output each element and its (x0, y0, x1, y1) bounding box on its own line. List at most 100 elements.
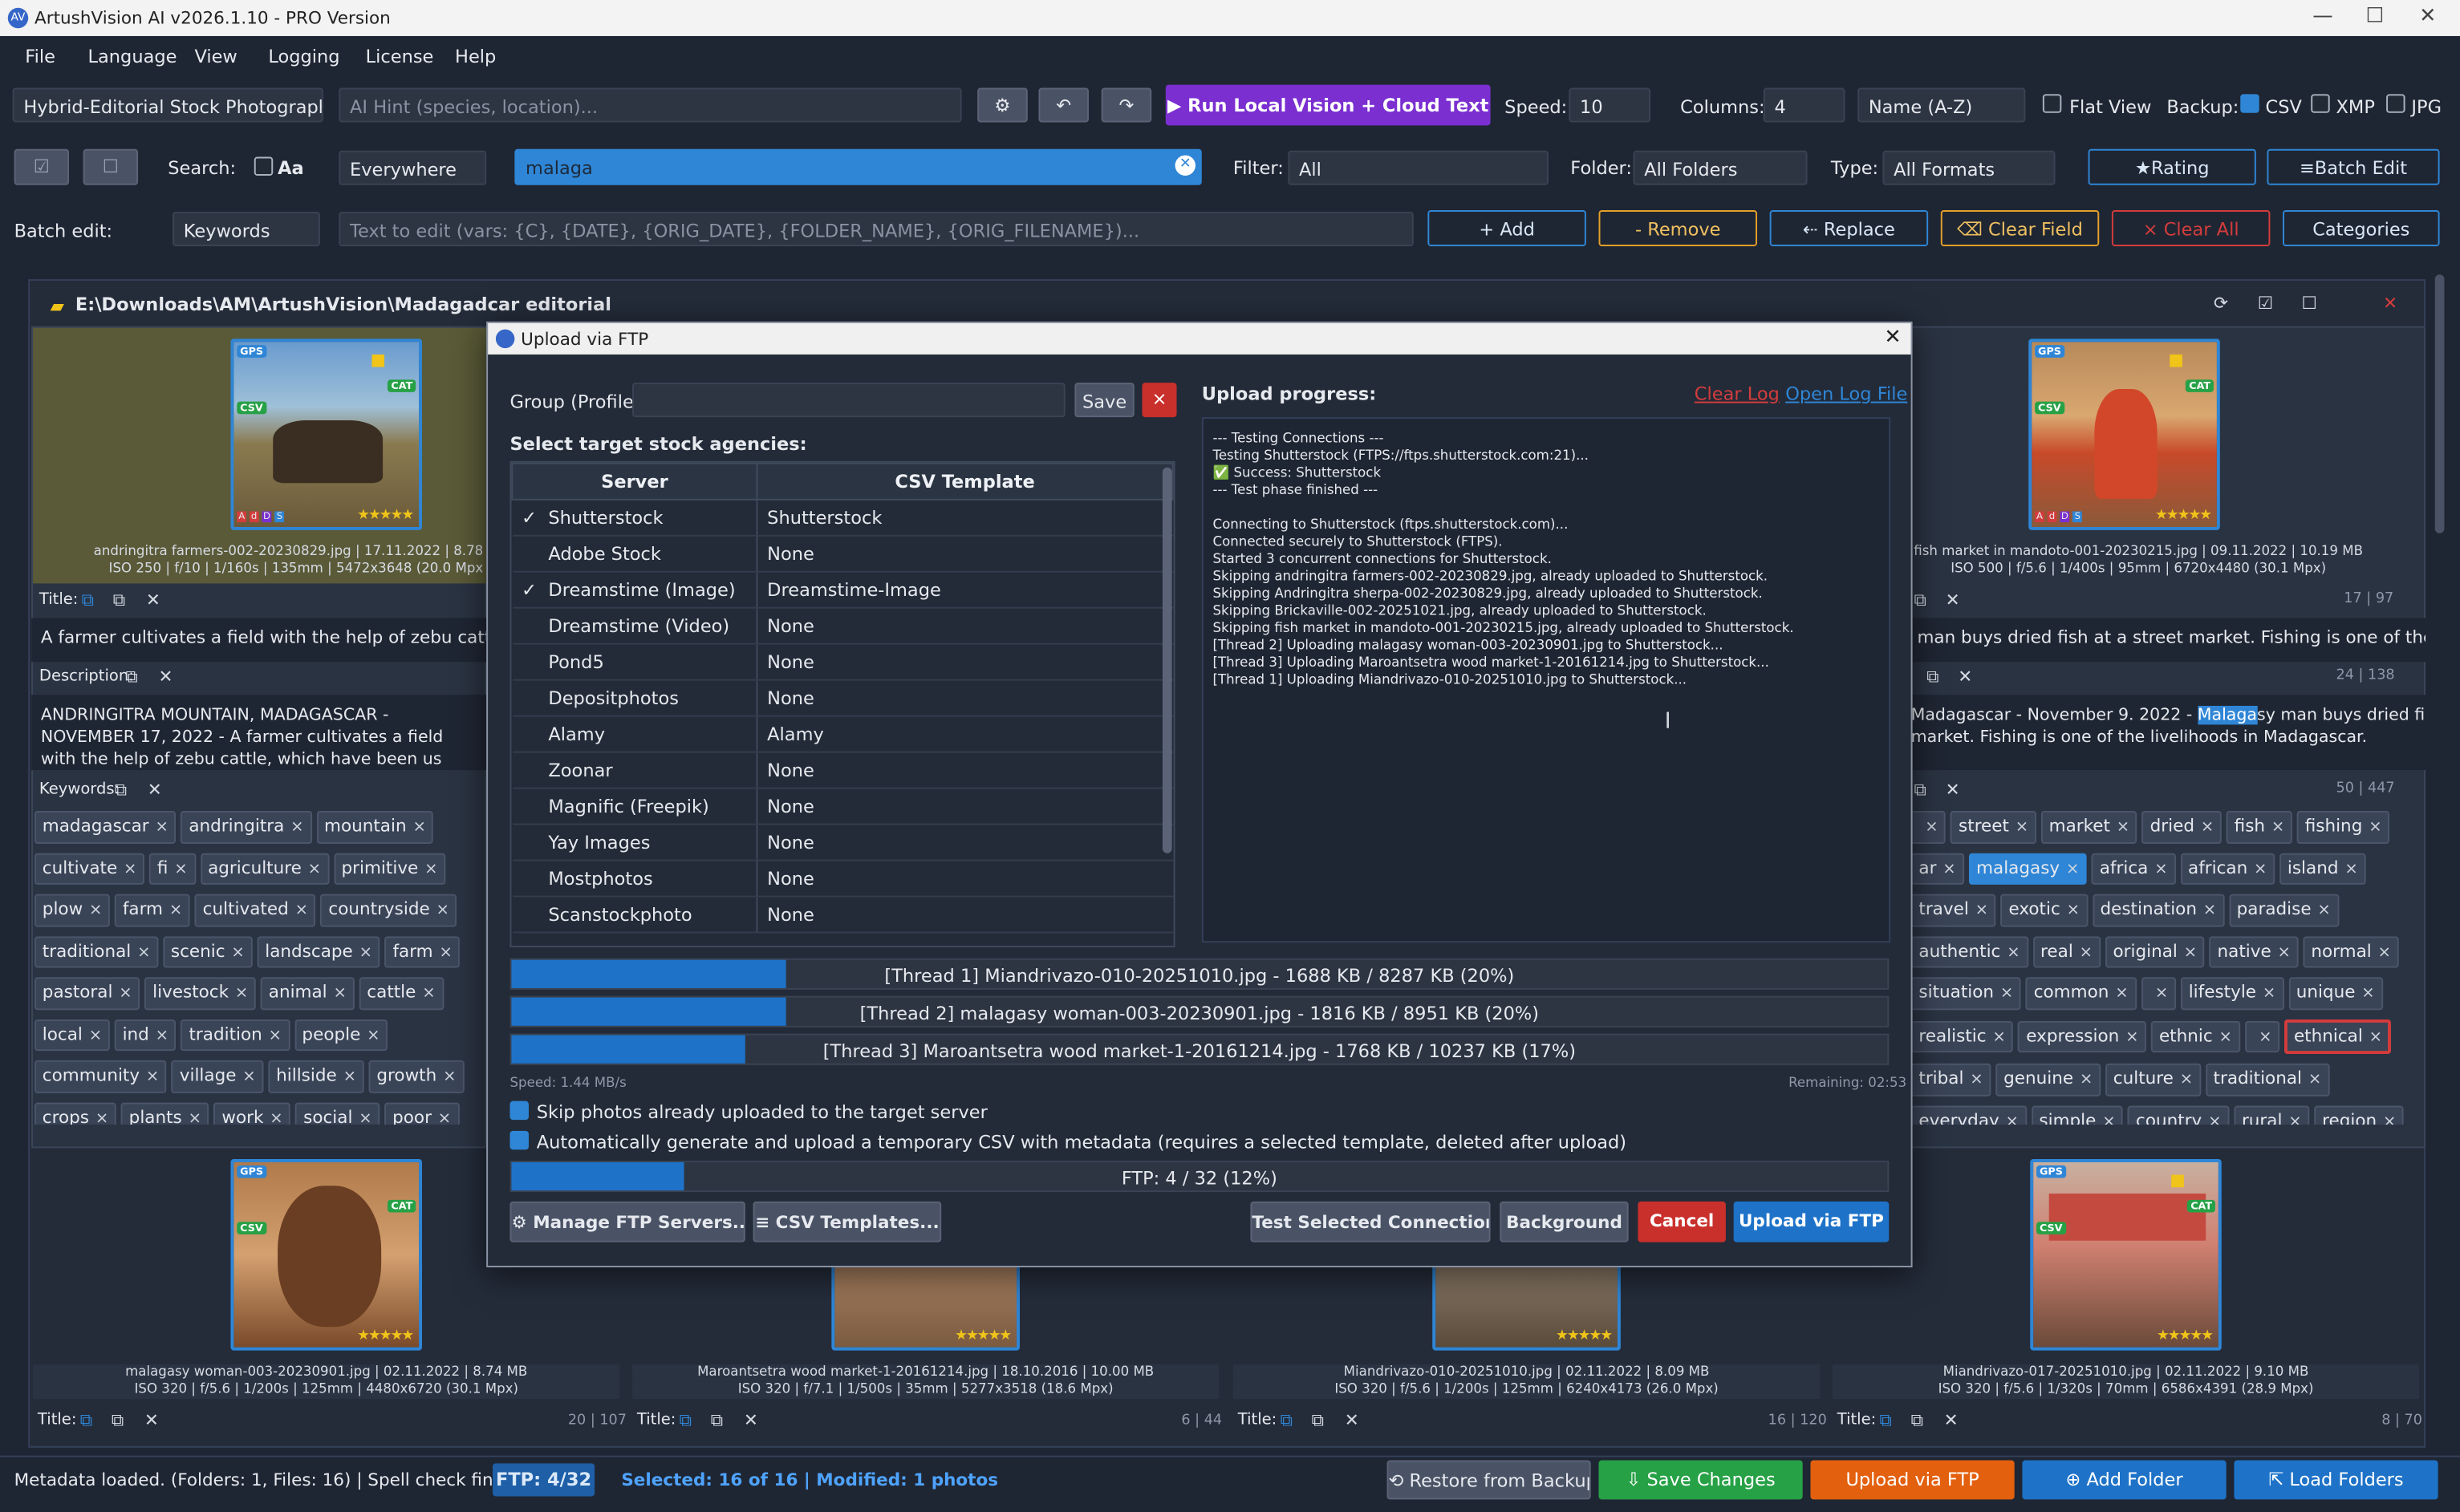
remove-keyword-icon[interactable]: × (1975, 902, 1988, 919)
remove-keyword-icon[interactable]: × (412, 819, 425, 837)
remove-keyword-icon[interactable]: × (2263, 985, 2275, 1003)
keyword-chip[interactable]: traditional × (35, 935, 159, 968)
remove-keyword-icon[interactable]: × (2180, 1072, 2193, 1089)
photo-thumbnail-andringitra[interactable]: GPS CSV CAT A d D S ★★★★★ (230, 338, 422, 530)
add-folder-button[interactable]: ⊕ Add Folder (2022, 1460, 2227, 1500)
menu-license[interactable]: License (366, 46, 434, 67)
remove-keyword-icon[interactable]: × (2080, 1072, 2093, 1089)
keyword-chip[interactable]: village × (171, 1060, 264, 1092)
close-window-icon[interactable]: ✕ (2419, 5, 2436, 28)
auto-csv-checkbox[interactable] (509, 1130, 529, 1150)
speed-input[interactable]: 10 (1569, 87, 1651, 123)
csv-templates-button[interactable]: ≡ CSV Templates... (753, 1201, 942, 1242)
remove-keyword-icon[interactable]: × (2115, 985, 2128, 1003)
agency-template[interactable]: Shutterstock (757, 499, 1173, 537)
paste-icon[interactable]: ⧉ (1914, 590, 1926, 611)
remove-keyword-icon[interactable]: × (359, 943, 372, 961)
copy-keywords-icon[interactable]: ⧉ (1914, 780, 1926, 801)
remove-keyword-icon[interactable]: × (333, 985, 346, 1003)
keyword-chip[interactable]: paradise × (2228, 894, 2339, 926)
photo-thumbnail-fish-market[interactable]: GPS CSV CAT A d D S ★★★★★ (2028, 338, 2220, 530)
remove-keyword-icon[interactable]: × (119, 985, 132, 1003)
keyword-chip[interactable]: genuine × (1995, 1063, 2101, 1096)
keyword-chip[interactable]: animal × (260, 977, 355, 1010)
remove-keyword-icon[interactable]: × (231, 943, 244, 961)
agency-check-icon[interactable]: ✓ (522, 579, 540, 601)
remove-keyword-icon[interactable]: × (169, 902, 182, 919)
copy-icon[interactable]: ⧉ (80, 1410, 92, 1432)
backup-xmp-checkbox[interactable] (2311, 94, 2330, 113)
keyword-chip[interactable]: authentic × (1910, 935, 2028, 968)
agency-row[interactable]: Magnific (Freepik) None (512, 788, 1173, 825)
paste-icon[interactable]: ⧉ (112, 1410, 124, 1432)
agency-row[interactable]: Pond5 None (512, 643, 1173, 681)
save-changes-button[interactable]: ⇩ Save Changes (1598, 1460, 1803, 1500)
keyword-chip[interactable]: africa × (2092, 852, 2176, 885)
search-scope-select[interactable]: Everywhere (339, 150, 487, 185)
keyword-chip[interactable]: realistic × (1910, 1019, 2014, 1053)
keyword-chip[interactable]: lifestyle × (2180, 977, 2284, 1010)
remove-keyword-icon[interactable]: × (2125, 1028, 2138, 1046)
keyword-chip[interactable]: livestock × (144, 977, 257, 1010)
paste-icon[interactable]: ⧉ (711, 1410, 723, 1432)
remove-keyword-icon[interactable]: × (2007, 943, 2020, 961)
keyword-chip[interactable]: original × (2105, 935, 2205, 968)
keyword-chip[interactable]: growth × (368, 1060, 465, 1092)
keyword-chip[interactable]: region × (2314, 1105, 2405, 1125)
photo-thumbnail-wood-market[interactable]: ★★★★★ (831, 1263, 1020, 1351)
deselect-icon[interactable]: ☐ (83, 148, 139, 185)
remove-keyword-icon[interactable]: × (156, 1027, 168, 1044)
remove-keyword-icon[interactable]: × (2383, 1113, 2396, 1125)
agency-row[interactable]: Yay Images None (512, 824, 1173, 861)
rating-button[interactable]: ★Rating (2088, 148, 2256, 185)
upload-via-ftp-button[interactable]: Upload via FTP (1810, 1460, 2015, 1500)
remove-keyword-icon[interactable]: × (2203, 902, 2216, 919)
batch-clear-field-button[interactable]: ⌫ Clear Field (1940, 210, 2100, 246)
keyword-chip[interactable]: × (1910, 810, 1946, 844)
select-all-icon[interactable]: ☑ (14, 148, 70, 185)
keyword-chip[interactable]: traditional × (2205, 1063, 2330, 1096)
keyword-chip[interactable]: fi × (149, 852, 196, 885)
agency-row[interactable]: Zoonar None (512, 752, 1173, 789)
copy-keywords-icon[interactable]: ⧉ (115, 780, 127, 801)
undo-icon[interactable]: ↶ (1038, 87, 1090, 123)
keyword-chip[interactable]: real × (2032, 935, 2101, 968)
remove-keyword-icon[interactable]: × (308, 861, 321, 878)
keyword-chip[interactable]: ar × (1910, 852, 1964, 885)
clear-title-icon[interactable]: ✕ (146, 590, 160, 610)
keyword-chip[interactable]: dried × (2141, 810, 2222, 844)
keyword-chip[interactable]: cultivate × (35, 852, 145, 885)
flat-view-checkbox[interactable] (2042, 94, 2062, 113)
keyword-chip[interactable]: fish × (2226, 810, 2293, 844)
remove-keyword-icon[interactable]: × (2006, 1113, 2019, 1125)
clear-title-icon[interactable]: ✕ (1944, 1410, 1959, 1430)
group-profile-select[interactable] (632, 383, 1066, 418)
agency-template[interactable]: None (757, 607, 1173, 645)
remove-keyword-icon[interactable]: × (2317, 902, 2330, 919)
agency-template[interactable]: None (757, 824, 1173, 861)
remove-keyword-icon[interactable]: × (2259, 1028, 2271, 1046)
remove-keyword-icon[interactable]: × (2080, 943, 2093, 961)
type-select[interactable]: All Formats (1882, 150, 2056, 185)
batch-edit-button[interactable]: ≡Batch Edit (2267, 148, 2440, 185)
remove-keyword-icon[interactable]: × (124, 861, 136, 878)
photo-thumbnail-malagasy-woman[interactable]: GPS CSV CAT ★★★★★ (230, 1159, 422, 1351)
keyword-chip[interactable]: common × (2025, 977, 2137, 1010)
agency-template[interactable]: Alamy (757, 715, 1173, 753)
remove-keyword-icon[interactable]: × (2155, 985, 2168, 1003)
keyword-chip[interactable]: destination × (2092, 894, 2224, 926)
keyword-chip[interactable]: plants × (120, 1101, 209, 1125)
remove-keyword-icon[interactable]: × (2308, 1072, 2321, 1089)
keyword-chip[interactable]: cattle × (359, 977, 444, 1010)
manage-ftp-servers-button[interactable]: ⚙ Manage FTP Servers... (509, 1201, 745, 1242)
remove-keyword-icon[interactable]: × (367, 1027, 380, 1044)
agency-row[interactable]: Dreamstime (Video) None (512, 607, 1173, 645)
case-sensitive-checkbox[interactable] (254, 156, 274, 176)
keyword-chip[interactable]: people × (294, 1019, 388, 1052)
batch-replace-button[interactable]: ⇠ Replace (1769, 210, 1929, 246)
copy-icon[interactable]: ⧉ (1281, 1410, 1293, 1432)
paste-icon[interactable]: ⧉ (1312, 1410, 1324, 1432)
remove-keyword-icon[interactable]: × (89, 1027, 102, 1044)
menu-logging[interactable]: Logging (268, 46, 339, 67)
remove-keyword-icon[interactable]: × (438, 1109, 451, 1125)
